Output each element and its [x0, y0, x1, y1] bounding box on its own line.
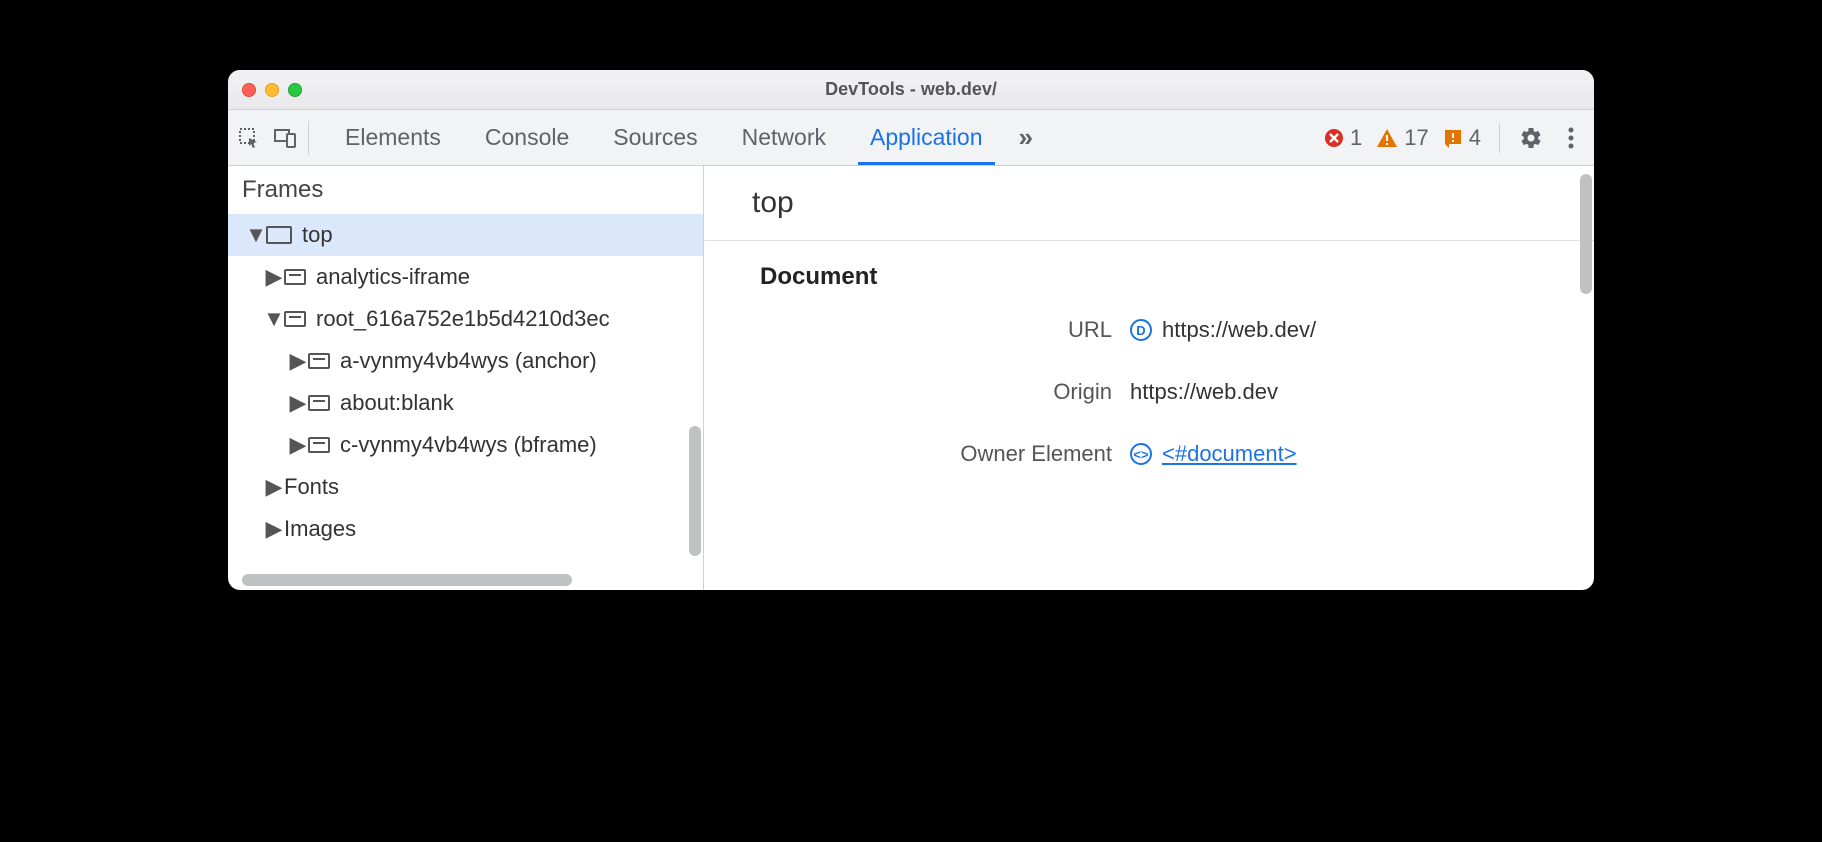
tree-item-label: root_616a752e1b5d4210d3ec	[316, 306, 610, 332]
chevron-right-icon: ▶	[266, 516, 282, 542]
tab-console[interactable]: Console	[463, 110, 591, 165]
chevron-down-icon: ▼	[266, 306, 282, 332]
device-toolbar-icon[interactable]	[274, 127, 296, 149]
tree-item-label: analytics-iframe	[316, 264, 470, 290]
chevron-right-icon: ▶	[290, 432, 306, 458]
origin-value-cell: https://web.dev	[1130, 379, 1278, 405]
tree-item-label: c-vynmy4vb4wys (bframe)	[340, 432, 597, 458]
issues-counter[interactable]: 4	[1443, 125, 1481, 151]
owner-value-cell: <> <#document>	[1130, 441, 1297, 467]
warnings-count: 17	[1404, 125, 1428, 151]
iframe-icon	[308, 353, 330, 369]
errors-count: 1	[1350, 125, 1362, 151]
origin-label: Origin	[760, 379, 1130, 405]
chevron-right-icon: ▶	[266, 264, 282, 290]
owner-element-link[interactable]: <#document>	[1162, 441, 1297, 467]
frame-detail-panel: top Document URL D https://web.dev/ Orig…	[704, 166, 1594, 590]
origin-value: https://web.dev	[1130, 379, 1278, 405]
row-url: URL D https://web.dev/	[704, 299, 1594, 361]
tab-elements[interactable]: Elements	[323, 110, 463, 165]
inspect-element-icon[interactable]	[238, 127, 260, 149]
close-window-button[interactable]	[242, 83, 256, 97]
traffic-lights	[242, 83, 302, 97]
tree-item-label: Fonts	[284, 474, 339, 500]
main-vertical-scrollbar[interactable]	[1580, 174, 1592, 294]
tree-item-label: about:blank	[340, 390, 454, 416]
tree-item-about-blank[interactable]: ▶ about:blank	[228, 382, 703, 424]
minimize-window-button[interactable]	[265, 83, 279, 97]
devtools-toolbar: Elements Console Sources Network Applica…	[228, 110, 1594, 166]
iframe-icon	[308, 395, 330, 411]
iframe-icon	[284, 311, 306, 327]
sidebar-vertical-scrollbar[interactable]	[689, 426, 701, 556]
tree-item-label: top	[302, 222, 333, 248]
window-title: DevTools - web.dev/	[228, 79, 1594, 100]
tree-item-analytics-iframe[interactable]: ▶ analytics-iframe	[228, 256, 703, 298]
chevron-right-icon: ▶	[290, 348, 306, 374]
tree-item-root-frame[interactable]: ▼ root_616a752e1b5d4210d3ec	[228, 298, 703, 340]
content-area: Frames ▼ top ▶ analytics-iframe ▼ root_6…	[228, 166, 1594, 590]
row-owner-element: Owner Element <> <#document>	[704, 423, 1594, 485]
tree-item-label: a-vynmy4vb4wys (anchor)	[340, 348, 597, 374]
chevron-right-icon: ▶	[266, 474, 282, 500]
tree-item-fonts[interactable]: ▶ Fonts	[228, 466, 703, 508]
titlebar: DevTools - web.dev/	[228, 70, 1594, 110]
zoom-window-button[interactable]	[288, 83, 302, 97]
url-value[interactable]: https://web.dev/	[1162, 317, 1316, 343]
reveal-icon[interactable]: D	[1130, 319, 1152, 341]
tree-item-label: Images	[284, 516, 356, 542]
iframe-icon	[308, 437, 330, 453]
frames-tree: ▼ top ▶ analytics-iframe ▼ root_616a752e…	[228, 214, 703, 550]
iframe-icon	[284, 269, 306, 285]
frame-icon	[266, 226, 292, 244]
tab-network[interactable]: Network	[720, 110, 848, 165]
row-origin: Origin https://web.dev	[704, 361, 1594, 423]
section-document-label: Document	[704, 241, 1594, 299]
frame-title: top	[704, 166, 1594, 241]
toolbar-divider	[1499, 123, 1500, 153]
chevron-down-icon: ▼	[248, 222, 264, 248]
reveal-in-elements-icon[interactable]: <>	[1130, 443, 1152, 465]
frames-sidebar: Frames ▼ top ▶ analytics-iframe ▼ root_6…	[228, 166, 704, 590]
tab-sources[interactable]: Sources	[591, 110, 719, 165]
sidebar-title: Frames	[228, 166, 703, 214]
panel-tabs: Elements Console Sources Network Applica…	[323, 110, 1047, 165]
devtools-window: DevTools - web.dev/ Elements Console Sou…	[228, 70, 1594, 590]
url-value-cell: D https://web.dev/	[1130, 317, 1316, 343]
owner-label: Owner Element	[760, 441, 1130, 467]
tree-item-top[interactable]: ▼ top	[228, 214, 703, 256]
warnings-counter[interactable]: 17	[1376, 125, 1428, 151]
tree-item-anchor-frame[interactable]: ▶ a-vynmy4vb4wys (anchor)	[228, 340, 703, 382]
url-label: URL	[760, 317, 1130, 343]
tree-item-images[interactable]: ▶ Images	[228, 508, 703, 550]
more-menu-icon[interactable]	[1558, 125, 1584, 151]
issues-count: 4	[1469, 125, 1481, 151]
settings-icon[interactable]	[1518, 125, 1544, 151]
tabs-overflow-button[interactable]: »	[1005, 122, 1047, 153]
errors-counter[interactable]: 1	[1324, 125, 1362, 151]
chevron-right-icon: ▶	[290, 390, 306, 416]
tree-item-bframe[interactable]: ▶ c-vynmy4vb4wys (bframe)	[228, 424, 703, 466]
sidebar-horizontal-scrollbar[interactable]	[242, 574, 572, 586]
tab-application[interactable]: Application	[848, 110, 1005, 165]
